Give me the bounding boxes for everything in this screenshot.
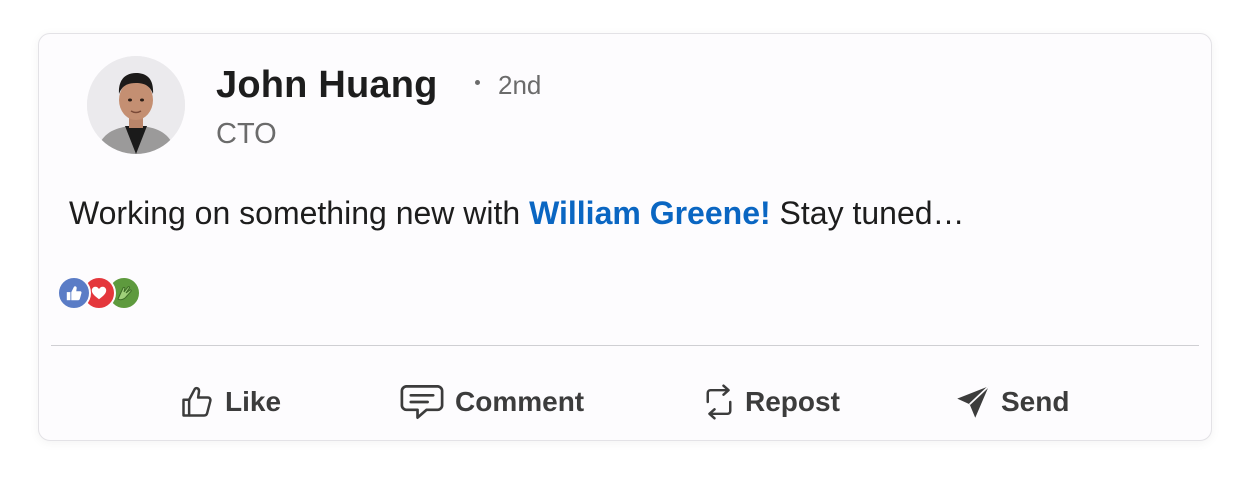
send-icon bbox=[957, 385, 990, 418]
repost-label: Repost bbox=[745, 386, 840, 417]
connection-degree: 2nd bbox=[498, 70, 542, 100]
post-text: Working on something new with William Gr… bbox=[69, 195, 965, 232]
separator-dot bbox=[475, 80, 480, 85]
comment-icon bbox=[400, 385, 444, 419]
post-text-after: Stay tuned… bbox=[770, 195, 965, 231]
repost-icon bbox=[706, 384, 732, 420]
action-bar: Like Comment Repost Send bbox=[39, 374, 1211, 434]
divider bbox=[51, 345, 1199, 346]
send-label: Send bbox=[1001, 386, 1070, 417]
avatar[interactable] bbox=[87, 56, 185, 154]
post-card: John Huang 2nd CTO Working on something … bbox=[38, 33, 1212, 441]
author-title: CTO bbox=[216, 118, 277, 150]
repost-button[interactable]: Repost bbox=[703, 374, 840, 430]
mention-link[interactable]: William Greene! bbox=[529, 195, 771, 231]
comment-button[interactable]: Comment bbox=[399, 374, 584, 430]
like-label: Like bbox=[225, 386, 282, 417]
send-button[interactable]: Send bbox=[955, 374, 1069, 430]
like-reaction-icon bbox=[57, 276, 91, 310]
author-name[interactable]: John Huang bbox=[216, 64, 438, 107]
comment-label: Comment bbox=[455, 386, 585, 417]
reactions-summary[interactable] bbox=[57, 276, 147, 310]
post-text-before: Working on something new with bbox=[69, 195, 530, 231]
like-button[interactable]: Like bbox=[179, 374, 281, 430]
thumbs-up-icon bbox=[182, 386, 212, 417]
